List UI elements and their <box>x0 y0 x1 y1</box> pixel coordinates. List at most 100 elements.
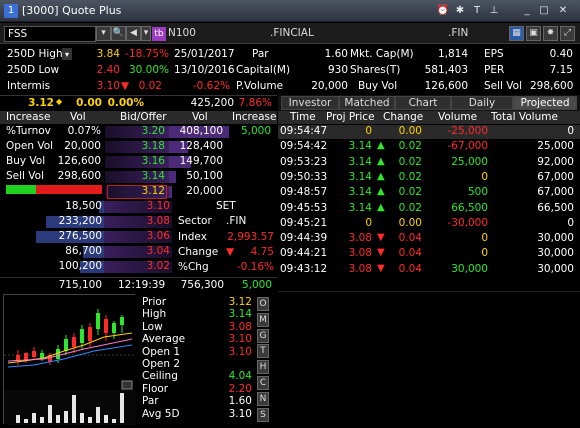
window-icon[interactable]: ▣ <box>526 26 541 41</box>
tab-projected[interactable]: Projected <box>513 96 577 110</box>
intermis-pct: -0.62% <box>192 80 230 92</box>
projected-row[interactable]: 09:54:47 0 0.00 -25,000 0 <box>278 125 580 139</box>
tab-daily[interactable]: Daily <box>451 96 513 110</box>
projected-row[interactable]: 09:45:53 3.14 ▲ 0.02 66,500 66,500 <box>278 202 580 216</box>
grid-icon[interactable]: ▦ <box>509 26 524 41</box>
intraday-chart <box>4 295 136 425</box>
side-tab-s[interactable]: S <box>257 407 269 422</box>
symbol-input[interactable]: FSS <box>4 26 96 42</box>
bid-volume: 86,700 <box>65 245 102 257</box>
dropdown-icon[interactable]: ▾ <box>96 26 111 41</box>
projected-row[interactable]: 09:43:12 3.08 ▼ 0.04 30,000 30,000 <box>278 263 580 277</box>
close-icon[interactable]: ✕ <box>556 4 570 18</box>
expand-icon[interactable]: ⤢ <box>560 26 575 41</box>
intermis-price: 3.10 <box>96 80 120 92</box>
bottom-stat-value: 3.10 <box>228 333 252 346</box>
offer-row[interactable]: 3.14 50,100 <box>105 170 277 184</box>
volume-bar <box>48 405 52 423</box>
index-label: Index <box>178 231 207 243</box>
tab-matched[interactable]: Matched <box>339 96 395 110</box>
gear-icon[interactable]: ✸ <box>543 26 558 41</box>
sector-code: N100 <box>168 27 196 39</box>
tab-investor[interactable]: Investor <box>281 96 339 110</box>
offer-price: 3.14 <box>141 170 165 182</box>
text-icon[interactable]: T <box>470 4 484 18</box>
dropdown-icon[interactable]: ▾ <box>62 48 72 60</box>
candle <box>104 319 108 333</box>
extra-total: 5,000 <box>241 279 272 291</box>
stat-label: %Turnov <box>6 125 51 137</box>
side-tab-m[interactable]: M <box>257 312 269 327</box>
bottom-stat-row: Floor 2.20 <box>138 383 256 395</box>
dropdown-icon[interactable]: ▾ <box>141 26 151 41</box>
bottom-stat-value: 3.10 <box>228 345 252 358</box>
bid-volume: 233,200 <box>58 215 102 227</box>
pin-icon[interactable]: ⊥ <box>487 4 501 18</box>
down-arrow-icon: ▼ <box>377 232 385 244</box>
search-icon[interactable]: 🔍 <box>111 26 126 41</box>
label-250d-low: 250D Low <box>7 64 60 76</box>
projected-row[interactable]: 09:53:23 3.14 ▲ 0.02 25,000 92,000 <box>278 156 580 170</box>
row-change: 0.02 <box>398 186 422 199</box>
row-proj-price: 3.14 <box>348 155 372 168</box>
bid-row[interactable]: 233,200 3.08 <box>0 215 175 229</box>
minimize-icon[interactable]: _ <box>520 4 534 18</box>
label-250d-high: 250D High <box>7 48 63 60</box>
side-tab-n[interactable]: N <box>257 391 269 406</box>
set-title: SET <box>216 200 236 212</box>
bottom-stat-value: 1.60 <box>228 395 252 408</box>
bottom-stat-row: Prior 3.12 <box>138 296 256 308</box>
offer-price: 3.16 <box>141 155 165 167</box>
capital-value: 930 <box>327 64 348 76</box>
offer-row[interactable]: 3.18 128,400 <box>105 140 277 154</box>
volume-pct: 7.86% <box>238 97 272 109</box>
bid-volume: 276,500 <box>58 230 102 242</box>
speaker-icon[interactable]: ◀ <box>126 26 141 41</box>
hdr-vol-left: Vol <box>70 111 86 123</box>
volume-bar <box>80 413 84 423</box>
bid-row[interactable]: 18,500 3.10 <box>0 200 175 214</box>
settings-icon[interactable]: ✱ <box>453 4 467 18</box>
volume-bar <box>104 415 108 423</box>
change-label: Change <box>178 246 219 258</box>
bid-row[interactable]: 86,700 3.04 <box>0 245 175 259</box>
pchg-value: -0.16% <box>236 261 274 273</box>
side-tab-o[interactable]: O <box>257 297 269 311</box>
projected-row[interactable]: 09:45:21 0 0.00 -30,000 0 <box>278 217 580 231</box>
side-tab-t[interactable]: T <box>257 344 269 359</box>
offer-row[interactable]: 3.12 20,000 <box>105 185 277 199</box>
offer-row[interactable]: 3.20 408,100 5,000 <box>105 125 277 139</box>
maximize-icon[interactable]: □ <box>537 4 551 18</box>
par-value: 1.60 <box>324 48 348 60</box>
row-time: 09:54:47 <box>280 125 328 137</box>
volume-bar <box>24 419 28 423</box>
projected-row[interactable]: 09:54:42 3.14 ▲ 0.02 -67,000 25,000 <box>278 140 580 154</box>
side-tab-g[interactable]: G <box>257 328 269 343</box>
projected-row[interactable]: 09:44:21 3.08 ▼ 0.04 0 30,000 <box>278 247 580 261</box>
row-volume: 25,000 <box>451 155 488 168</box>
buysell-ratio-bar <box>6 185 102 194</box>
row-time: 09:43:12 <box>280 262 328 275</box>
hdr-increase-left: Increase <box>6 111 51 123</box>
projected-row[interactable]: 09:44:39 3.08 ▼ 0.04 0 30,000 <box>278 232 580 246</box>
bid-row[interactable]: 276,500 3.06 <box>0 230 175 244</box>
label-mktcap: Mkt. Cap(M) <box>350 48 414 60</box>
chart-toggle-icon[interactable] <box>121 380 133 390</box>
offer-volume: 50,100 <box>186 170 223 182</box>
side-tab-h[interactable]: H <box>257 360 269 375</box>
projected-table: Time Proj Price Change Volume Total Volu… <box>278 111 580 291</box>
bottom-stat-value: 3.08 <box>228 320 252 333</box>
bid-row[interactable]: 100,200 3.02 <box>0 260 175 274</box>
projected-row[interactable]: 09:48:57 3.14 ▲ 0.02 500 67,000 <box>278 186 580 200</box>
bid-price: 3.06 <box>146 230 170 242</box>
projected-row[interactable]: 09:50:33 3.14 ▲ 0.02 0 67,000 <box>278 171 580 185</box>
row-change: 0.02 <box>398 201 422 214</box>
window-title: [3000] Quote Plus <box>22 4 122 17</box>
tab-chart[interactable]: Chart <box>395 96 451 110</box>
alarm-icon[interactable]: ⏰ <box>436 4 450 18</box>
offer-row[interactable]: 3.16 149,700 <box>105 155 277 169</box>
side-tab-c[interactable]: C <box>257 376 269 390</box>
info-row-2: 250D Low 2.40 30.00% 13/10/2016 Capital(… <box>0 64 580 77</box>
tb-badge[interactable]: tb <box>152 27 166 41</box>
bottom-stat-row: Open 1 3.10 <box>138 346 256 358</box>
